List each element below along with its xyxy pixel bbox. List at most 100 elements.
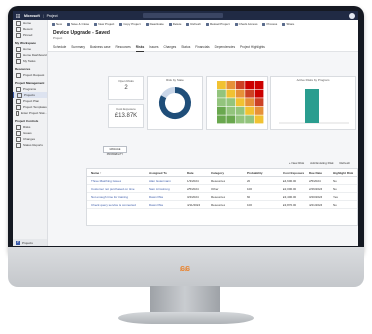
save-icon: [67, 22, 71, 26]
command-label: Process: [266, 22, 278, 26]
heatmap-cell[interactable]: [226, 81, 236, 89]
nav-icon: [17, 92, 22, 98]
heatmap-cell[interactable]: [245, 89, 254, 98]
sidebar-item-enter-project-stat[interactable]: Enter Project Stat...: [13, 110, 47, 116]
sidebar: Home Recent Pinned My Workspace Home Home Das…: [13, 20, 48, 246]
tab-issues[interactable]: Issues: [149, 44, 158, 51]
command-save-close-button[interactable]: Save & Close: [67, 22, 89, 26]
heatmap-cell[interactable]: [217, 106, 226, 115]
column-header[interactable]: Name ↑: [91, 171, 102, 175]
heatmap-cell[interactable]: [245, 115, 254, 124]
tab-business-case[interactable]: Business case: [90, 44, 111, 51]
command-deactivate-button[interactable]: Deactivate: [145, 22, 164, 26]
column-header[interactable]: Assigned To: [149, 171, 167, 175]
nav-icon: [16, 110, 19, 116]
heatmap-cell[interactable]: [217, 115, 226, 124]
table-row[interactable]: Three Matching Issues Alan Gutermann 1/3/2…: [87, 177, 357, 185]
table-cell[interactable]: Dawn Pike: [149, 203, 163, 207]
column-header[interactable]: Due Date: [309, 171, 322, 175]
avatar[interactable]: [349, 12, 355, 19]
table-cell: £4,600.00: [283, 178, 297, 183]
command-label: Check Access: [238, 22, 258, 26]
heatmap-cell[interactable]: [245, 81, 254, 89]
heatmap-cell[interactable]: [226, 89, 236, 98]
donut-segment-1[interactable]: [160, 87, 176, 99]
heatmap-cell[interactable]: [235, 106, 245, 115]
sidebar-item-status-reports[interactable]: Status Reports: [13, 142, 47, 148]
heatmap-cell[interactable]: [254, 106, 264, 115]
column-header[interactable]: Probability: [247, 171, 263, 175]
nav-icon: [16, 136, 21, 142]
heatmap-cell[interactable]: [226, 98, 236, 107]
bar[interactable]: [305, 89, 319, 123]
table-cell: Resources: [211, 178, 226, 183]
table-cell: £2,000.00: [283, 186, 297, 191]
grid-header: Name ↑ Assigned To Date Category Probability…: [87, 169, 357, 177]
table-row[interactable]: Not enough time for training Dawn Pike 3/4…: [87, 193, 357, 201]
table-cell[interactable]: Check query service is connected: [91, 203, 136, 207]
tab-summary[interactable]: Summary: [71, 44, 85, 51]
heatmap-cell[interactable]: [226, 115, 236, 124]
column-header[interactable]: Category: [211, 171, 224, 175]
tab-status[interactable]: Status: [181, 44, 190, 51]
table-row[interactable]: Check query service is connected Dawn Pik…: [87, 201, 357, 209]
heatmap-cell[interactable]: [254, 89, 264, 98]
tab-schedule[interactable]: Schedule: [53, 44, 66, 51]
heatmap-cell[interactable]: [254, 81, 264, 89]
heatmap-cell[interactable]: [235, 89, 245, 98]
grid-toolbar-add-existing-risk-button[interactable]: Add Existing Risk: [310, 161, 333, 165]
tab-resources[interactable]: Resources: [116, 44, 131, 51]
heatmap-cell[interactable]: [235, 81, 245, 89]
command-refresh-button[interactable]: Refresh: [186, 22, 201, 26]
command-reload-project-button[interactable]: Reload Project: [205, 22, 230, 26]
command-process-button[interactable]: Process: [262, 22, 277, 26]
heatmap-cell[interactable]: [245, 98, 254, 107]
command-label: New Project: [98, 22, 115, 26]
heatmap-cell[interactable]: [245, 106, 254, 115]
manage-probability-button[interactable]: MANAGE PROBABILITY: [103, 146, 127, 156]
heatmap-cell[interactable]: [254, 115, 264, 124]
command-share-button[interactable]: Share: [282, 22, 294, 26]
sidebar-item-label: Enter Project Stat...: [20, 111, 47, 115]
table-row[interactable]: Customer not purchased on time Sam Armstr…: [87, 185, 357, 193]
heatmap-cell[interactable]: [235, 98, 245, 107]
area-label: Projects: [22, 240, 33, 245]
tab-project-highlights[interactable]: Project Highlights: [240, 44, 265, 51]
sidebar-item-pinned[interactable]: Pinned: [13, 32, 47, 38]
table-cell[interactable]: Three Matching Issues: [91, 179, 121, 183]
tab-dependencies[interactable]: Dependencies: [215, 44, 235, 51]
command-copy-project-button[interactable]: Copy Project: [119, 22, 141, 26]
table-cell[interactable]: Customer not purchased on time: [91, 187, 135, 191]
command-new-project-button[interactable]: New Project: [94, 22, 114, 26]
check-icon: [234, 22, 238, 26]
command-delete-button[interactable]: Delete: [168, 22, 181, 26]
tab-financials[interactable]: Financials: [195, 44, 209, 51]
global-search-input[interactable]: [143, 13, 223, 18]
top-bar: Microsoft | Project: [13, 11, 358, 20]
heatmap-cell[interactable]: [254, 98, 264, 107]
sidebar-item-my-tasks[interactable]: My Tasks: [13, 58, 47, 64]
table-cell[interactable]: Sam Armstrong: [149, 187, 170, 191]
tab-risks[interactable]: Risks: [135, 44, 145, 52]
sidebar-footer[interactable]: P Projects: [13, 239, 47, 246]
table-cell[interactable]: Not enough time for training: [91, 195, 128, 199]
risks-grid: Name ↑ Assigned To Date Category Probability…: [86, 168, 358, 226]
column-header[interactable]: Highlight Risk: [333, 171, 353, 175]
table-cell[interactable]: Alan Gutermann: [149, 179, 171, 183]
column-header[interactable]: Cost Exposure: [283, 171, 304, 175]
grid-toolbar-refresh-button[interactable]: Refresh: [339, 161, 350, 165]
command-check-access-button[interactable]: Check Access: [234, 22, 258, 26]
heatmap-cell[interactable]: [217, 98, 226, 107]
column-header[interactable]: Date: [187, 171, 194, 175]
heatmap-cell[interactable]: [226, 106, 236, 115]
nav-icon: [16, 46, 21, 52]
command-new-button[interactable]: New: [52, 22, 62, 26]
sidebar-item-project-request[interactable]: Project Request: [13, 72, 47, 78]
heatmap-cell[interactable]: [235, 115, 245, 124]
heatmap-cell[interactable]: [217, 89, 226, 98]
app-launcher-icon[interactable]: [16, 13, 20, 18]
tab-changes[interactable]: Changes: [163, 44, 176, 51]
grid-toolbar-new-risk-button[interactable]: + New Risk: [289, 161, 304, 165]
table-cell[interactable]: Dawn Pike: [149, 195, 163, 199]
heatmap-cell[interactable]: [217, 81, 226, 89]
